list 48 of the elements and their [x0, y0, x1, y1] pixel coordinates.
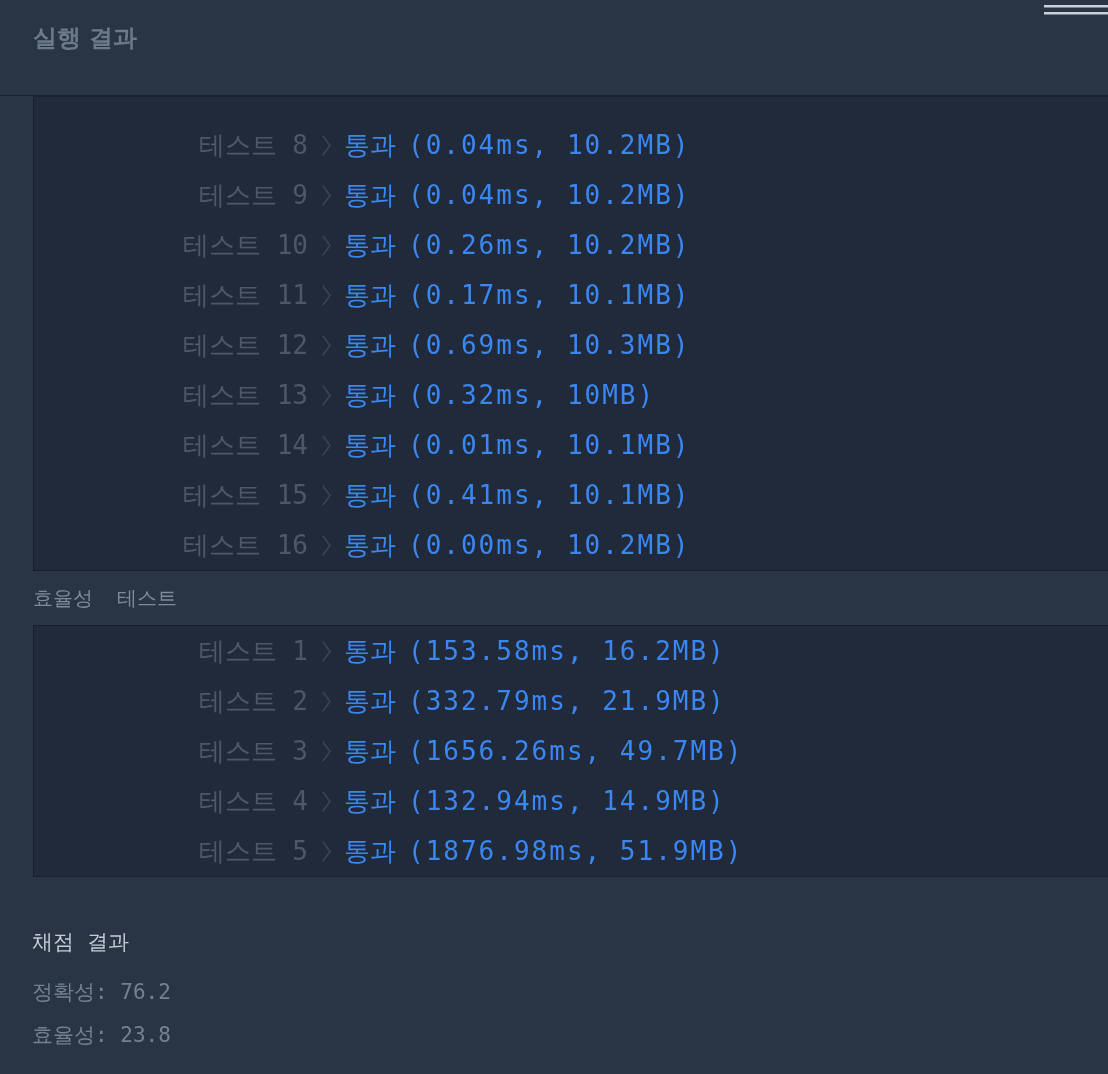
test-status: 통과: [344, 478, 396, 512]
test-detail: (0.69ms, 10.3MB): [408, 330, 691, 360]
chevron-icon: [322, 790, 331, 812]
test-detail: (0.32ms, 10MB): [408, 380, 656, 410]
test-status: 통과: [344, 634, 396, 668]
score-line: 효율성: 23.8: [32, 1022, 172, 1049]
test-detail: (0.00ms, 10.2MB): [408, 530, 691, 560]
test-detail: (153.58ms, 16.2MB): [408, 636, 726, 666]
chevron-icon: [322, 690, 331, 712]
test-detail: (0.01ms, 10.1MB): [408, 430, 691, 460]
chevron-icon: [322, 234, 331, 256]
test-detail: (1876.98ms, 51.9MB): [408, 836, 744, 866]
test-status: 통과: [344, 684, 396, 718]
chevron-icon: [322, 384, 331, 406]
chevron-icon: [322, 334, 331, 356]
test-status: 통과: [344, 128, 396, 162]
test-status: 통과: [344, 428, 396, 462]
chevron-icon: [322, 184, 331, 206]
test-detail: (332.79ms, 21.9MB): [408, 686, 726, 716]
test-status: 통과: [344, 734, 396, 768]
test-detail: (0.17ms, 10.1MB): [408, 280, 691, 310]
chevron-icon: [322, 134, 331, 156]
chevron-icon: [322, 484, 331, 506]
test-detail: (132.94ms, 14.9MB): [408, 786, 726, 816]
chevron-icon: [322, 840, 331, 862]
test-status: 통과: [344, 378, 396, 412]
chevron-icon: [322, 740, 331, 762]
test-detail: (0.41ms, 10.1MB): [408, 480, 691, 510]
panel-title: 실행 결과: [33, 23, 138, 54]
score-line: 정확성: 76.2: [32, 979, 172, 1006]
chevron-icon: [322, 534, 331, 556]
test-status: 통과: [344, 784, 396, 818]
test-status: 통과: [344, 278, 396, 312]
chevron-icon: [322, 434, 331, 456]
test-status: 통과: [344, 834, 396, 868]
test-detail: (1656.26ms, 49.7MB): [408, 736, 744, 766]
test-detail: (0.04ms, 10.2MB): [408, 130, 691, 160]
menu-icon[interactable]: [1044, 4, 1108, 16]
test-detail: (0.04ms, 10.2MB): [408, 180, 691, 210]
chevron-icon: [322, 640, 331, 662]
chevron-icon: [322, 284, 331, 306]
section-heading: 효율성 테스트: [33, 584, 178, 612]
test-status: 통과: [344, 328, 396, 362]
test-status: 통과: [344, 528, 396, 562]
test-detail: (0.26ms, 10.2MB): [408, 230, 691, 260]
score-title: 채점 결과: [32, 929, 130, 956]
test-status: 통과: [344, 178, 396, 212]
test-status: 통과: [344, 228, 396, 262]
